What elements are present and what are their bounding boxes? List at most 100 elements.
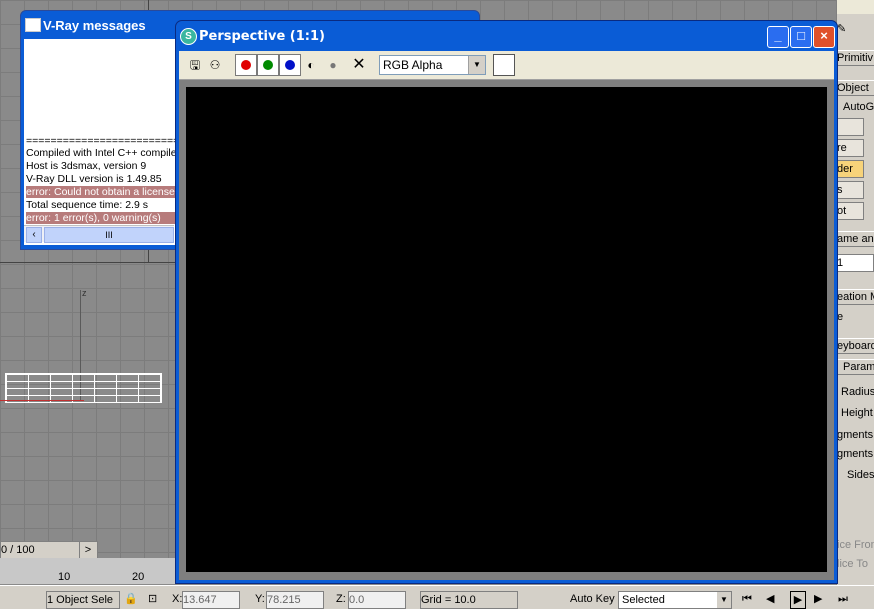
alpha-channel-icon[interactable]: ◐ [303,57,319,73]
auto-key-label[interactable]: Auto Key [570,591,615,607]
keyboard-entry-label: eyboard [837,340,874,352]
z-coordinate-field[interactable]: 0.0 [348,591,406,609]
selection-count: 1 Object Sele [46,591,120,609]
render-window-client: 🖫 ⚇ ◐ ● ✕ RGB Alpha ▼ [179,51,834,580]
close-button[interactable]: × [813,26,835,48]
clone-window-icon[interactable]: ⚇ [207,57,223,73]
log-line: Host is 3dsmax, version 9 [26,160,147,172]
z-label: Z: [336,593,346,605]
grid-size: Grid = 10.0 [420,591,518,609]
param-height-segments: gments [837,426,874,444]
param-height-segments-label: gments [837,429,874,441]
object-type-button-3[interactable]: der [837,160,864,178]
y-coordinate-field[interactable]: 78.215 [266,591,324,609]
name-field[interactable]: 1 [837,254,874,272]
object-type-button-2[interactable]: re [837,139,864,157]
keyboard-entry-rollout[interactable]: eyboard [837,338,874,354]
x-coordinate-field[interactable]: 13.647 [182,591,240,609]
channel-select[interactable]: RGB Alpha ▼ [379,55,486,75]
param-slice-to: lice To [837,555,874,573]
ruler-tick-20: 20 [132,571,145,583]
channel-select-value: RGB Alpha [383,58,443,72]
creation-method-label: eation M [837,291,874,303]
log-line: Compiled with Intel C++ compiler [26,147,176,159]
object-type-label: Object [837,82,869,94]
log-error-line: error: 1 error(s), 0 warning(s) [26,212,176,224]
object-type-button-5[interactable]: ot [837,202,864,220]
primitives-label: Primitiv [837,52,874,64]
app-icon: S [180,28,197,45]
vray-window-icon [25,18,41,32]
time-next-button[interactable]: > [79,542,96,558]
monochrome-icon[interactable]: ● [325,57,341,73]
color-swatch[interactable] [493,54,515,76]
slice-from-label: ice From [837,539,874,551]
param-cap-segments-label: gments [837,448,874,460]
param-radius: Radius [837,383,874,401]
perspective-render-window[interactable]: S Perspective (1:1) _ □ × 🖫 ⚇ ◐ ● ✕ RGB … [175,20,838,584]
object-type-button-4[interactable]: s [837,181,864,199]
wireframe-object[interactable] [5,373,162,403]
x-axis-line [0,400,84,401]
command-panel-tabs[interactable] [837,0,874,14]
time-slider[interactable]: 0 / 100 > [0,541,98,559]
rendered-image[interactable] [186,87,827,572]
previous-frame-icon[interactable]: ◀ [766,591,774,607]
param-height-label: Height [841,407,873,419]
param-cap-segments: gments [837,445,874,463]
slice-to-label: lice To [837,558,868,570]
geometry-icon[interactable]: ✎ [837,23,846,35]
red-channel-button[interactable] [235,54,257,76]
maximize-button[interactable]: □ [790,26,812,48]
command-panel: ✎ Primitiv Object AutoG re der s ot ame … [836,0,874,585]
object-type-rollout[interactable]: Object [837,80,874,96]
go-to-end-icon[interactable]: ⏭ [838,591,848,607]
param-radius-label: Radius [841,386,874,398]
scroll-left-arrow[interactable]: ‹ [26,227,42,243]
blue-channel-button[interactable] [279,54,301,76]
absolute-mode-icon[interactable]: ⊡ [148,591,157,607]
param-slice-from: ice From [837,536,874,554]
name-and-color-rollout[interactable]: ame an [837,231,874,247]
render-toolbar: 🖫 ⚇ ◐ ● ✕ RGB Alpha ▼ [179,51,834,80]
key-filter-value: Selected [622,594,665,606]
track-ruler[interactable]: 10 20 [0,558,176,584]
parameters-rollout[interactable]: Parame [837,359,874,375]
scroll-thumb[interactable]: III [44,227,174,243]
param-sides-label: Sides [847,469,874,481]
name-and-color-label: ame an [837,233,874,245]
green-channel-button[interactable] [257,54,279,76]
render-frame [179,80,834,580]
primitives-dropdown[interactable]: Primitiv [837,50,874,66]
chevron-down-icon[interactable]: ▼ [717,592,731,608]
green-channel-icon [263,60,273,70]
object-type-button-1[interactable] [837,118,864,136]
create-icons-row[interactable]: ✎ [837,20,874,38]
parameters-label: Parame [843,361,874,373]
render-window-title: Perspective (1:1) [199,29,325,44]
clear-icon[interactable]: ✕ [351,57,367,73]
creation-method-rollout[interactable]: eation M [837,289,874,305]
param-sides: Sides [837,466,874,484]
autogrid-label: AutoG [843,101,874,113]
autogrid-checkbox[interactable]: AutoG [837,98,874,116]
minimize-button[interactable]: _ [767,26,789,48]
key-filter-select[interactable]: Selected ▼ [618,591,732,609]
next-frame-icon[interactable]: ▶ [814,591,822,607]
lock-icon[interactable]: 🔒 [124,591,138,607]
creation-method-option[interactable]: e [837,308,874,326]
log-error-line: error: Could not obtain a license [26,186,176,198]
status-bar: 1 Object Sele 🔒 ⊡ X: 13.647 Y: 78.215 Z:… [0,585,874,609]
x-label: X: [172,593,183,605]
log-line: Total sequence time: 2.9 s [26,199,148,211]
play-icon[interactable]: ▶ [790,591,806,609]
z-axis-label: z [82,288,87,298]
param-height: Height [837,404,874,422]
log-line: V-Ray DLL version is 1.49.85 [26,173,162,185]
blue-channel-icon [285,60,295,70]
log-horizontal-scrollbar[interactable]: ‹ III [24,225,174,243]
chevron-down-icon[interactable]: ▼ [468,56,485,74]
save-image-icon[interactable]: 🖫 [187,57,203,73]
go-to-start-icon[interactable]: ⏮ [742,591,752,607]
red-channel-icon [241,60,251,70]
